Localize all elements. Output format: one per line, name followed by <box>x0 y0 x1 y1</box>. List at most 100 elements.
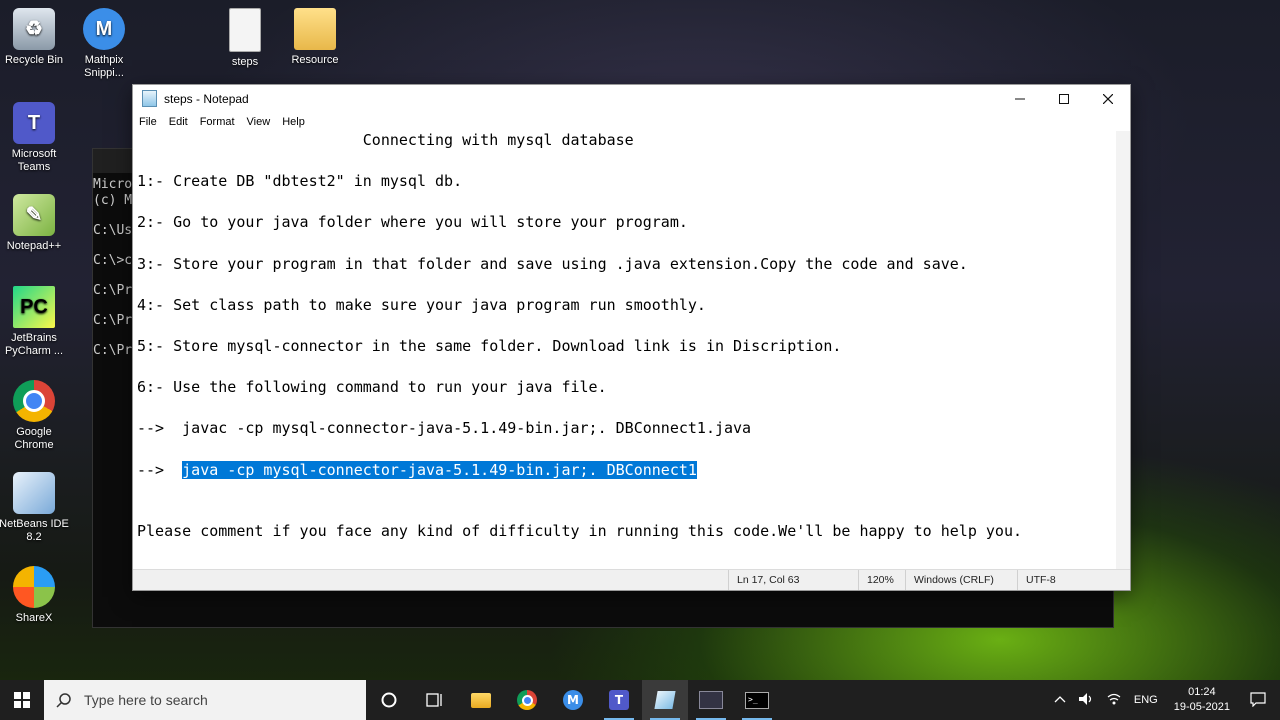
desktop-icon-chrome[interactable]: Google Chrome <box>0 380 72 452</box>
notepad-icon <box>654 691 676 709</box>
desktop-icon-teams[interactable]: T Microsoft Teams <box>0 102 72 174</box>
console-line: Micro <box>93 177 133 192</box>
notepad-titlebar[interactable]: steps - Notepad <box>133 85 1130 112</box>
menu-view[interactable]: View <box>241 116 277 128</box>
minimize-button[interactable] <box>998 85 1042 112</box>
desktop-icon-recycle-bin[interactable]: ♻ Recycle Bin <box>0 8 72 67</box>
console-line: C:\Pr <box>93 343 133 358</box>
terminal-icon: >_ <box>745 691 769 709</box>
menu-edit[interactable]: Edit <box>163 116 194 128</box>
taskbar-chrome[interactable] <box>504 680 550 720</box>
network-button[interactable] <box>1100 692 1128 709</box>
notepadpp-icon: ✎ <box>13 194 55 236</box>
chrome-icon <box>517 690 537 710</box>
desktop-icon-label: Resource <box>291 54 339 66</box>
taskbar-mathpix-snip[interactable] <box>688 680 734 720</box>
notepad-window[interactable]: steps - Notepad File Edit Format View He… <box>132 84 1131 591</box>
pycharm-icon: PC <box>13 286 55 328</box>
minimize-icon <box>1015 98 1025 99</box>
desktop-icon-label: JetBrains PyCharm ... <box>4 332 64 357</box>
desktop-icon-label: Microsoft Teams <box>11 148 57 173</box>
desktop-icon-mathpix[interactable]: M Mathpix Snippi... <box>66 8 142 80</box>
text-line: 1:- Create DB "dbtest2" in mysql db. <box>137 172 463 190</box>
status-encoding: UTF-8 <box>1017 570 1126 590</box>
wifi-icon <box>1107 693 1121 704</box>
search-placeholder: Type here to search <box>84 692 208 708</box>
desktop-icon-notepadpp[interactable]: ✎ Notepad++ <box>0 194 72 253</box>
teams-icon: T <box>609 690 629 710</box>
cortana-icon <box>381 692 397 708</box>
taskbar-mathpix[interactable]: M <box>550 680 596 720</box>
desktop-icon-label: ShareX <box>15 612 53 624</box>
selected-text: java -cp mysql-connector-java-5.1.49-bin… <box>182 461 697 479</box>
console-line: (c) M <box>93 193 133 208</box>
console-line: C:\Pr <box>93 313 133 328</box>
cortana-button[interactable] <box>366 680 412 720</box>
desktop-icon-netbeans[interactable]: NetBeans IDE 8.2 <box>0 472 72 544</box>
netbeans-icon <box>13 472 55 514</box>
text-line: 4:- Set class path to make sure your jav… <box>137 296 706 314</box>
folder-icon <box>294 8 336 50</box>
clock-time: 01:24 <box>1188 686 1216 698</box>
desktop-icon-resource[interactable]: Resource <box>277 8 353 67</box>
desktop-icon-pycharm[interactable]: PC JetBrains PyCharm ... <box>0 286 72 358</box>
notepad-app-icon <box>142 90 157 107</box>
text-line-selected: --> java -cp mysql-connector-java-5.1.49… <box>137 461 697 479</box>
text-line: Please comment if you face any kind of d… <box>137 522 1023 540</box>
input-language[interactable]: ENG <box>1128 694 1164 706</box>
desktop-icon-steps[interactable]: steps <box>207 8 283 69</box>
sharex-icon <box>13 566 55 608</box>
status-bar: Ln 17, Col 63 120% Windows (CRLF) UTF-8 <box>133 569 1130 590</box>
clock[interactable]: 01:24 19-05-2021 <box>1164 685 1240 715</box>
console-line: C:\Pr <box>93 283 133 298</box>
menu-help[interactable]: Help <box>276 116 311 128</box>
clock-date: 19-05-2021 <box>1173 701 1230 713</box>
maximize-button[interactable] <box>1042 85 1086 112</box>
mathpix-icon: M <box>563 690 583 710</box>
speaker-icon <box>1078 692 1091 705</box>
vertical-scrollbar[interactable] <box>1116 131 1130 569</box>
menu-file[interactable]: File <box>133 116 163 128</box>
menu-format[interactable]: Format <box>194 116 241 128</box>
desktop-icon-label: Notepad++ <box>6 240 62 252</box>
console-line: C:\>c <box>93 253 133 268</box>
window-title: steps - Notepad <box>164 91 249 106</box>
status-line-ending: Windows (CRLF) <box>905 570 1016 590</box>
text-line: 3:- Store your program in that folder an… <box>137 255 968 273</box>
text-line: --> javac -cp mysql-connector-java-5.1.4… <box>137 419 752 437</box>
taskbar-teams[interactable]: T <box>596 680 642 720</box>
mathpix-snip-icon <box>699 691 723 709</box>
text-line: 5:- Store mysql-connector in the same fo… <box>137 337 842 355</box>
mathpix-icon: M <box>83 8 125 50</box>
maximize-icon <box>1059 93 1069 104</box>
taskbar-file-explorer[interactable] <box>458 680 504 720</box>
menu-bar: File Edit Format View Help <box>133 112 1130 131</box>
task-view-icon <box>426 693 442 707</box>
taskbar-notepad[interactable] <box>642 680 688 720</box>
notification-icon <box>1250 691 1266 707</box>
action-center-button[interactable] <box>1240 691 1280 710</box>
task-view-button[interactable] <box>412 680 458 720</box>
text-line: 2:- Go to your java folder where you wil… <box>137 213 688 231</box>
folder-icon <box>471 692 491 708</box>
windows-logo-icon <box>14 692 30 708</box>
system-tray: ENG 01:24 19-05-2021 <box>1048 680 1280 720</box>
recycle-bin-icon: ♻ <box>13 8 55 50</box>
desktop-icon-label: steps <box>231 56 259 68</box>
volume-button[interactable] <box>1072 692 1100 709</box>
status-zoom: 120% <box>858 570 907 590</box>
desktop-icon-label: Mathpix Snippi... <box>84 54 124 79</box>
search-icon <box>56 693 71 708</box>
desktop-icon-sharex[interactable]: ShareX <box>0 566 72 625</box>
text-editor-area[interactable]: Connecting with mysql database 1:- Creat… <box>133 131 1116 569</box>
chrome-icon <box>13 380 55 422</box>
text-line: Connecting with mysql database <box>137 131 634 149</box>
desktop-icon-label: Google Chrome <box>14 426 54 451</box>
taskbar-command-prompt[interactable]: >_ <box>734 680 780 720</box>
start-button[interactable] <box>0 680 44 720</box>
taskbar: Type here to search M T >_ ENG 01:24 19-… <box>0 680 1280 720</box>
show-hidden-icons-button[interactable] <box>1048 694 1072 706</box>
close-button[interactable] <box>1086 85 1130 112</box>
text-file-icon <box>229 8 261 52</box>
taskbar-search-box[interactable]: Type here to search <box>44 680 366 720</box>
